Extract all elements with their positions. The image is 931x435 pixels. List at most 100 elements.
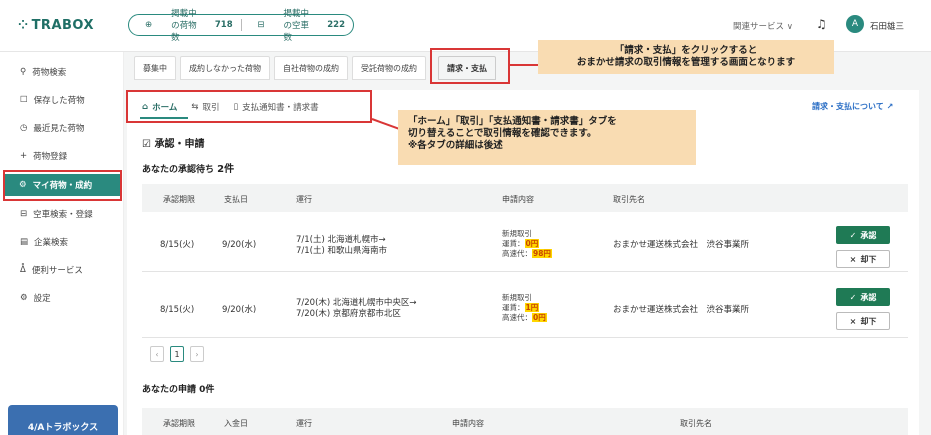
sidebar-item-truck-search[interactable]: ⊟ 空車検索・登録 <box>0 203 124 225</box>
request-type: 新規取引 <box>502 293 532 302</box>
awaiting-count: 2件 <box>217 164 235 175</box>
sidebar-item-label: 荷物検索 <box>32 68 67 78</box>
reject-button[interactable]: × 却下 <box>836 312 890 330</box>
section-title: ☑ 承認・申請 <box>142 135 204 150</box>
col-partner: 取引先名 <box>613 195 645 204</box>
row-deadline: 8/15(火) <box>160 240 195 250</box>
col-route: 運行 <box>296 195 312 204</box>
callout-text: ※各タブの詳細は後述 <box>408 140 503 151</box>
route-from: 7/20(木) 北海道札幌市中央区→ <box>296 298 417 308</box>
external-link-icon: ↗ <box>886 102 894 111</box>
username[interactable]: 石田雄三 <box>870 20 904 32</box>
approve-button[interactable]: ✓ 承認 <box>836 226 890 244</box>
cargo-count-value: 718 <box>214 20 233 30</box>
col-request: 申請内容 <box>502 195 534 204</box>
col-partner: 取引先名 <box>680 419 712 428</box>
row-deadline: 8/15(火) <box>160 305 195 315</box>
sidebar-item-label: 便利サービス <box>31 266 83 276</box>
toll-line: 高速代：98円 <box>502 249 552 259</box>
sidebar-item-useful-services[interactable]: ᐂ 便利サービス <box>0 259 124 281</box>
next-page-button[interactable]: › <box>190 346 204 362</box>
awaiting-label: あなたの承認待ち <box>142 165 215 175</box>
chevron-down-icon: ∨ <box>786 22 793 32</box>
reject-label: 却下 <box>860 254 877 264</box>
bell-icon[interactable]: ♫ <box>816 17 827 31</box>
fare-line: 運賃：0円 <box>502 239 552 249</box>
sidebar-item-company-search[interactable]: ▤ 企業検索 <box>0 231 124 253</box>
cargo-count[interactable]: ⊕ 掲載中の荷物数 718 <box>129 7 241 43</box>
row-pay-date: 9/20(水) <box>222 240 257 250</box>
tab-recruiting[interactable]: 募集中 <box>134 56 176 80</box>
billing-help-link[interactable]: 請求・支払について ↗ <box>812 101 893 112</box>
applications-count: 0件 <box>199 385 215 395</box>
truck-count[interactable]: ⊟ 掲載中の空車数 222 <box>241 7 353 43</box>
building-icon: ▤ <box>20 237 29 247</box>
row-request: 新規取引 運賃：0円 高速代：98円 <box>502 229 552 259</box>
reject-button[interactable]: × 却下 <box>836 250 890 268</box>
plus-icon: + <box>20 151 28 161</box>
toll-value: 98円 <box>532 249 552 258</box>
sidebar-item-saved-cargo[interactable]: ☐ 保存した荷物 <box>0 89 124 111</box>
check-icon: ✓ <box>849 292 857 302</box>
callout-connector <box>510 64 538 66</box>
sidebar-item-label: 企業検索 <box>34 238 69 248</box>
col-deadline: 承認期限 <box>163 419 195 428</box>
route-to: 7/20(木) 京都府京都市北区 <box>296 309 401 319</box>
tab-own-contracts[interactable]: 自社荷物の成約 <box>274 56 348 80</box>
route-to: 7/1(土) 和歌山県海南市 <box>296 246 388 256</box>
close-icon: × <box>849 316 857 326</box>
related-services-menu[interactable]: 関連サービス ∨ <box>733 20 793 32</box>
sidebar-item-settings[interactable]: ⚙ 設定 <box>0 287 124 309</box>
callout-billing: 「請求・支払」をクリックすると おまかせ請求の取引情報を管理する画面となります <box>538 40 834 74</box>
avatar[interactable]: A <box>846 15 864 33</box>
sidebar-item-label: 保存した荷物 <box>33 96 85 106</box>
sidebar-item-label: 空車検索・登録 <box>33 210 93 220</box>
applications-table-header <box>142 408 908 435</box>
callout-text: おまかせ請求の取引情報を管理する画面となります <box>576 57 796 68</box>
help-link-label: 請求・支払について <box>812 102 884 111</box>
row-pay-date: 9/20(水) <box>222 305 257 315</box>
prev-page-button[interactable]: ‹ <box>150 346 164 362</box>
promo-banner[interactable]: 4/Aトラボックス <box>8 405 118 435</box>
sidebar-item-cargo-register[interactable]: + 荷物登録 <box>0 145 124 167</box>
toll-line: 高速代：0円 <box>502 313 547 323</box>
truck-count-value: 222 <box>327 20 345 30</box>
sidebar-item-recent-cargo[interactable]: ◷ 最近見た荷物 <box>0 117 124 139</box>
applications-label: あなたの申請 <box>142 385 197 395</box>
sidebar-item-cargo-search[interactable]: ⚲ 荷物検索 <box>0 61 124 83</box>
logo-dots-icon: ⁘ <box>18 18 29 32</box>
col-route: 運行 <box>296 419 312 428</box>
related-services-label: 関連サービス <box>733 22 785 32</box>
row-request: 新規取引 運賃：1円 高速代：0円 <box>502 293 547 323</box>
fare-value: 1円 <box>524 303 540 312</box>
clock-icon: ◷ <box>20 123 28 133</box>
row-route: 7/20(木) 北海道札幌市中央区→ 7/20(木) 京都府京都市北区 <box>296 298 417 320</box>
section-title-text: 承認・申請 <box>154 139 205 150</box>
route-from: 7/1(土) 北海道札幌市→ <box>296 235 386 245</box>
person-icon: ᐂ <box>20 265 26 275</box>
reject-label: 却下 <box>860 316 877 326</box>
approve-button[interactable]: ✓ 承認 <box>836 288 890 306</box>
callout-text: 「ホーム」「取引」「支払通知書・請求書」タブを <box>408 116 617 127</box>
approve-label: 承認 <box>860 292 877 302</box>
avatar-initial: A <box>851 19 859 29</box>
row-route: 7/1(土) 北海道札幌市→ 7/1(土) 和歌山県海南市 <box>296 235 387 257</box>
page-button-1[interactable]: 1 <box>170 346 184 362</box>
billing-tab-highlight-frame <box>430 48 510 84</box>
row-partner: おまかせ運送株式会社 渋谷事業所 <box>613 305 750 315</box>
listing-counts-pill[interactable]: ⊕ 掲載中の荷物数 718 ⊟ 掲載中の空車数 222 <box>128 9 354 43</box>
callout-text: 「請求・支払」をクリックすると <box>614 45 758 56</box>
col-request: 申請内容 <box>452 419 484 428</box>
close-icon: × <box>849 254 857 264</box>
col-deadline: 承認期限 <box>163 195 195 204</box>
bookmark-icon: ☐ <box>20 95 28 105</box>
tab-consigned-contracts[interactable]: 受託荷物の成約 <box>352 56 426 80</box>
toll-label: 高速代： <box>502 249 532 258</box>
sidebar-item-label: 荷物登録 <box>33 152 68 162</box>
fare-label: 運賃： <box>502 303 525 312</box>
truck-icon: ⊟ <box>257 20 265 30</box>
truck-count-label: 掲載中の空車数 <box>283 9 310 43</box>
tab-not-contracted[interactable]: 成約しなかった荷物 <box>180 56 270 80</box>
trabox-logo[interactable]: ⁘ TRABOX <box>18 18 94 33</box>
col-pay-date: 支払日 <box>224 195 248 204</box>
